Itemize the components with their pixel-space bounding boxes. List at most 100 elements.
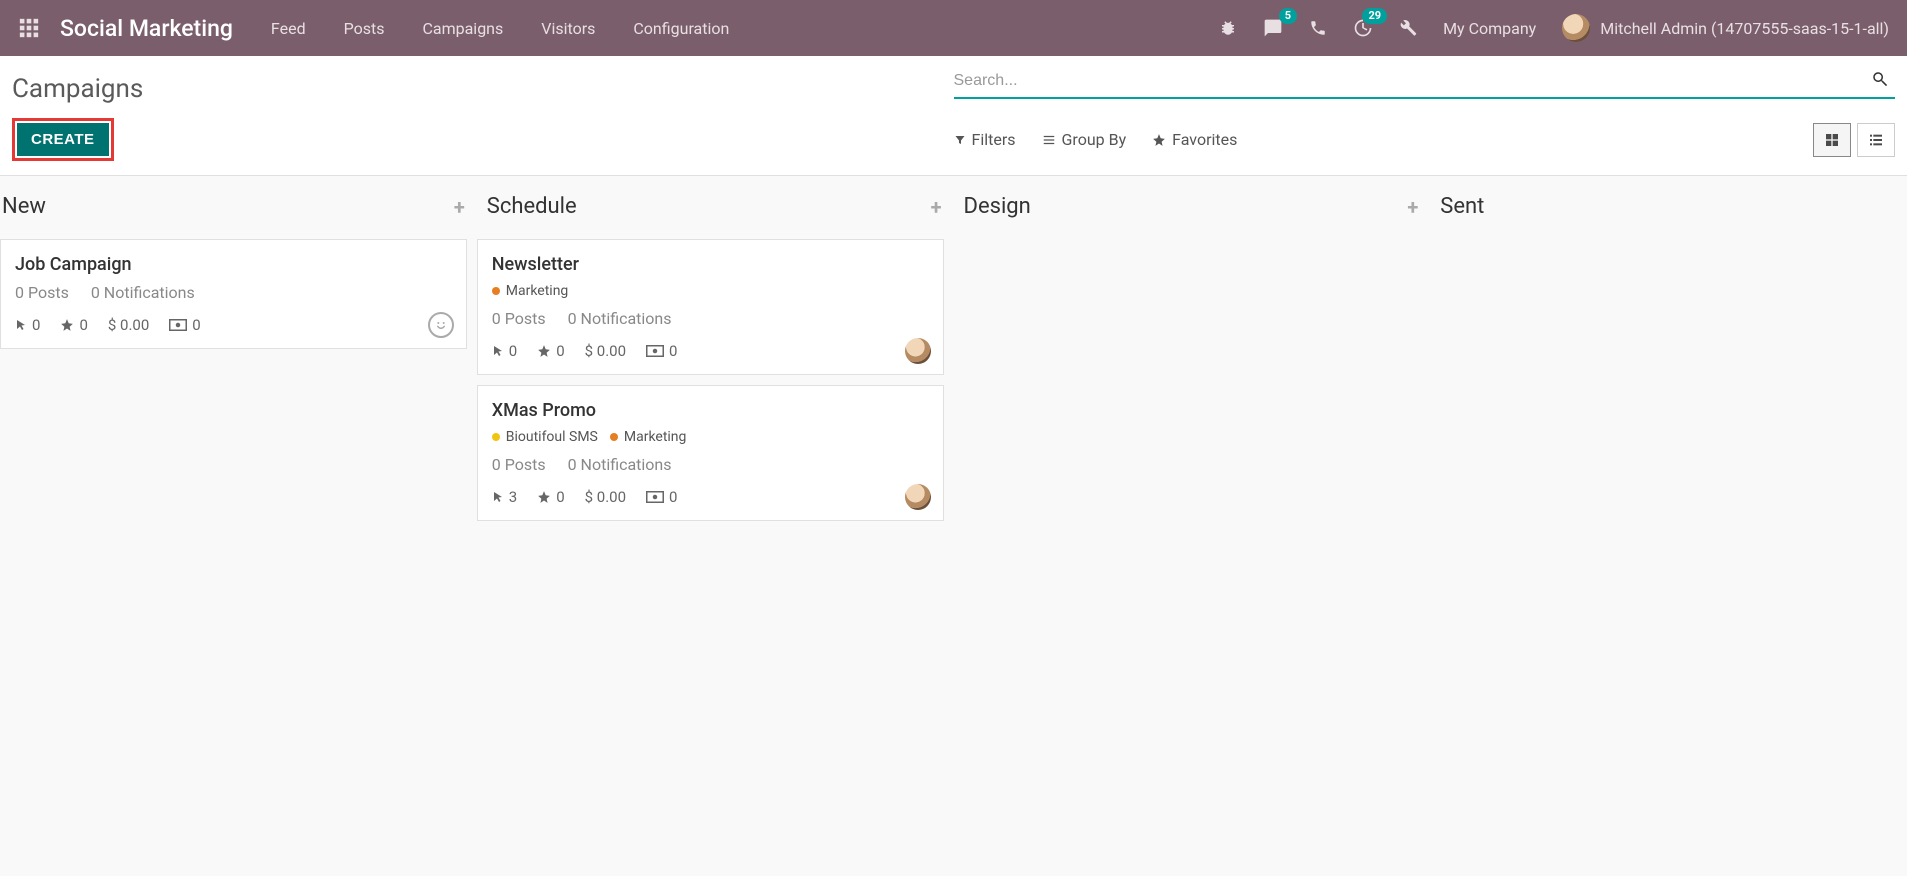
card-meta: 0 Posts 0 Notifications xyxy=(492,455,929,474)
card-title: Job Campaign xyxy=(15,254,452,275)
notifications-count: 0 Notifications xyxy=(568,309,672,328)
card-newsletter[interactable]: Newsletter Marketing 0 Posts 0 Notificat… xyxy=(477,239,944,375)
create-highlight: CREATE xyxy=(12,118,114,161)
search-input[interactable] xyxy=(954,72,1866,90)
stat-clicks: 0 xyxy=(15,316,40,334)
phone-icon[interactable] xyxy=(1309,19,1327,37)
add-card-icon[interactable]: + xyxy=(931,195,942,219)
nav-campaigns[interactable]: Campaigns xyxy=(422,19,503,38)
filter-bar: Filters Group By Favorites xyxy=(954,123,1896,157)
stat-clicks: 3 xyxy=(492,488,517,506)
stat-quotes: 0 xyxy=(646,488,677,506)
assignee-avatar-icon xyxy=(905,338,931,364)
messages-icon[interactable]: 5 xyxy=(1263,18,1283,38)
posts-count: 0 Posts xyxy=(15,283,69,302)
filters-button[interactable]: Filters xyxy=(954,130,1016,149)
money-icon xyxy=(646,345,664,357)
add-card-icon[interactable]: + xyxy=(1407,195,1418,219)
favorites-label: Favorites xyxy=(1172,130,1237,149)
tag-dot-icon xyxy=(610,433,618,441)
column-title[interactable]: Design xyxy=(964,194,1031,219)
search-icon xyxy=(1871,70,1889,88)
stat-quotes: 0 xyxy=(169,316,200,334)
tag-marketing: Marketing xyxy=(492,283,569,299)
debug-icon[interactable] xyxy=(1219,19,1237,37)
card-job-campaign[interactable]: Job Campaign 0 Posts 0 Notifications 0 0… xyxy=(0,239,467,349)
stat-stars: 0 xyxy=(537,342,564,360)
company-name[interactable]: My Company xyxy=(1443,19,1536,38)
nav-posts[interactable]: Posts xyxy=(344,19,385,38)
messages-badge: 5 xyxy=(1279,8,1297,24)
kanban-board: New + Job Campaign 0 Posts 0 Notificatio… xyxy=(0,176,1907,876)
cursor-icon xyxy=(492,490,504,504)
add-card-icon[interactable]: + xyxy=(454,195,465,219)
card-face[interactable] xyxy=(905,484,931,510)
control-panel: Campaigns CREATE Filters Group By Favori… xyxy=(0,56,1907,176)
apps-icon[interactable] xyxy=(18,17,40,39)
star-icon xyxy=(1152,133,1166,147)
card-stats: 0 0 $ 0.00 0 xyxy=(15,316,452,334)
nav-visitors[interactable]: Visitors xyxy=(541,19,595,38)
stat-revenue: $ 0.00 xyxy=(108,316,149,334)
kanban-column-schedule: Schedule + Newsletter Marketing 0 Posts … xyxy=(477,176,954,876)
kanban-column-design: Design + xyxy=(954,176,1431,876)
card-title: XMas Promo xyxy=(492,400,929,421)
nav-configuration[interactable]: Configuration xyxy=(633,19,729,38)
filters-label: Filters xyxy=(972,130,1016,149)
tag-dot-icon xyxy=(492,433,500,441)
favorites-button[interactable]: Favorites xyxy=(1152,130,1237,149)
search-button[interactable] xyxy=(1865,70,1895,91)
column-title[interactable]: New xyxy=(0,194,46,219)
card-meta: 0 Posts 0 Notifications xyxy=(15,283,452,302)
stat-revenue: $ 0.00 xyxy=(585,488,626,506)
view-switch xyxy=(1813,123,1895,157)
stat-stars: 0 xyxy=(537,488,564,506)
nav-feed[interactable]: Feed xyxy=(271,19,306,38)
card-stats: 3 0 $ 0.00 0 xyxy=(492,488,929,506)
top-navbar: Social Marketing Feed Posts Campaigns Vi… xyxy=(0,0,1907,56)
card-xmas-promo[interactable]: XMas Promo Bioutifoul SMS Marketing 0 Po… xyxy=(477,385,944,521)
tag-bioutifoul: Bioutifoul SMS xyxy=(492,429,598,445)
cursor-icon xyxy=(492,344,504,358)
star-icon xyxy=(537,344,551,358)
groupby-label: Group By xyxy=(1062,130,1127,149)
notifications-count: 0 Notifications xyxy=(568,455,672,474)
user-menu[interactable]: Mitchell Admin (14707555-saas-15-1-all) xyxy=(1562,14,1889,42)
card-face[interactable] xyxy=(428,312,454,338)
cursor-icon xyxy=(15,318,27,332)
star-icon xyxy=(537,490,551,504)
nav-right: 5 29 My Company Mitchell Admin (14707555… xyxy=(1219,14,1889,42)
kanban-view-button[interactable] xyxy=(1813,123,1851,157)
assignee-avatar-icon xyxy=(905,484,931,510)
groupby-icon xyxy=(1042,133,1056,147)
posts-count: 0 Posts xyxy=(492,455,546,474)
page-title: Campaigns xyxy=(12,64,143,104)
column-title[interactable]: Schedule xyxy=(487,194,577,219)
stat-revenue: $ 0.00 xyxy=(585,342,626,360)
stat-clicks: 0 xyxy=(492,342,517,360)
groupby-button[interactable]: Group By xyxy=(1042,130,1127,149)
kanban-column-new: New + Job Campaign 0 Posts 0 Notificatio… xyxy=(0,176,477,876)
card-tags: Marketing xyxy=(492,283,929,299)
activities-badge: 29 xyxy=(1362,8,1387,24)
column-title[interactable]: Sent xyxy=(1440,194,1484,219)
create-button[interactable]: CREATE xyxy=(17,123,109,156)
card-meta: 0 Posts 0 Notifications xyxy=(492,309,929,328)
money-icon xyxy=(646,491,664,503)
smile-icon xyxy=(428,312,454,338)
tag-dot-icon xyxy=(492,287,500,295)
user-avatar-icon xyxy=(1562,14,1590,42)
nav-links: Feed Posts Campaigns Visitors Configurat… xyxy=(271,19,729,38)
posts-count: 0 Posts xyxy=(492,309,546,328)
card-face[interactable] xyxy=(905,338,931,364)
tools-icon[interactable] xyxy=(1399,19,1417,37)
card-stats: 0 0 $ 0.00 0 xyxy=(492,342,929,360)
stat-stars: 0 xyxy=(60,316,87,334)
filter-icon xyxy=(954,134,966,146)
tag-marketing: Marketing xyxy=(610,429,687,445)
money-icon xyxy=(169,319,187,331)
stat-quotes: 0 xyxy=(646,342,677,360)
app-brand[interactable]: Social Marketing xyxy=(60,15,233,42)
list-view-button[interactable] xyxy=(1857,123,1895,157)
activities-icon[interactable]: 29 xyxy=(1353,18,1373,38)
